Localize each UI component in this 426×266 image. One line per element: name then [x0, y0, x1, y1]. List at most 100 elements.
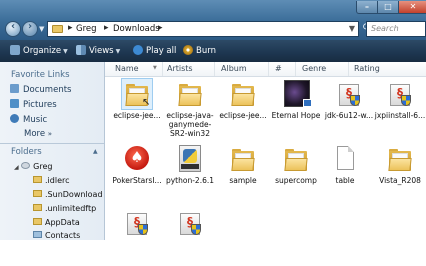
column-album[interactable]: Album	[221, 64, 247, 73]
file-label: Vista_R208	[379, 176, 421, 185]
column-divider[interactable]	[214, 62, 215, 76]
more-link[interactable]: More »	[24, 128, 52, 140]
tree-item-greg[interactable]: ◢ Greg	[14, 161, 52, 172]
file-item[interactable]: §	[163, 208, 217, 266]
expand-arrow-icon: ◢	[14, 164, 19, 171]
favorite-label: Music	[23, 115, 48, 125]
pokerstars-icon: ♠	[122, 144, 152, 174]
column-track-number[interactable]: #	[275, 64, 282, 73]
recent-pages-dropdown-icon[interactable]: ▼	[39, 25, 44, 33]
back-button[interactable]: ‹	[5, 21, 21, 37]
back-arrow-icon: ‹	[10, 21, 16, 32]
tree-item-sundownload[interactable]: .SunDownload	[33, 189, 103, 200]
breadcrumb-downloads[interactable]: Downloads	[113, 24, 160, 34]
maximize-button[interactable]: □	[377, 1, 399, 14]
file-label: PokerStarsI...	[112, 176, 162, 185]
close-icon: ✕	[409, 2, 417, 11]
pictures-icon	[10, 99, 19, 108]
folder-icon	[175, 79, 205, 109]
breadcrumb-separator-icon: ▸	[104, 23, 109, 33]
views-button[interactable]: Views ▼	[76, 44, 120, 58]
file-item[interactable]: Eternal Hope	[269, 79, 323, 137]
breadcrumb-greg[interactable]: Greg	[76, 24, 97, 34]
folder-icon	[33, 176, 42, 183]
folders-title[interactable]: Folders	[11, 147, 42, 157]
file-item[interactable]: supercomp	[269, 144, 323, 202]
file-list-view[interactable]: Name ▼ Artists Album # Genre Rating ↖ ec…	[105, 62, 426, 240]
favorite-documents[interactable]: Documents	[10, 84, 71, 96]
favorite-label: Pictures	[23, 100, 57, 110]
favorite-links-title: Favorite Links	[11, 70, 70, 80]
file-label: jxpiinstall-6...	[374, 111, 426, 120]
tree-label: .SunDownload	[45, 190, 103, 199]
file-item[interactable]: §	[110, 208, 164, 266]
contacts-icon	[33, 231, 42, 238]
folder-icon	[228, 144, 258, 174]
tree-label: .unlimitedftp	[45, 204, 97, 213]
user-folder-icon	[21, 162, 31, 169]
file-item[interactable]: § jxpiinstall-6...	[373, 79, 426, 137]
column-divider[interactable]	[348, 62, 349, 76]
file-item[interactable]: ↖ eclipse-jee...	[110, 78, 164, 137]
column-name[interactable]: Name	[115, 64, 139, 73]
address-dropdown-icon[interactable]: ▼	[349, 24, 355, 33]
close-button[interactable]: ✕	[398, 1, 426, 14]
tree-item-unlimitedftp[interactable]: .unlimitedftp	[33, 203, 96, 214]
documents-icon	[10, 84, 19, 93]
minimize-button[interactable]: –	[356, 1, 378, 14]
folder-icon: ↖	[121, 78, 153, 110]
pane-divider	[0, 143, 104, 144]
favorite-label: Documents	[23, 85, 72, 95]
chevron-down-icon[interactable]: ▼	[153, 65, 157, 71]
file-item[interactable]: eclipse-java-ganymede-SR2-win32	[163, 79, 217, 138]
installer-icon: §	[122, 208, 152, 238]
play-all-button[interactable]: Play all	[133, 44, 176, 58]
tree-item-appdata[interactable]: AppData	[33, 217, 80, 228]
breadcrumb-separator-icon: ▸	[68, 23, 73, 33]
tree-label: .idlerc	[45, 176, 70, 185]
file-item[interactable]: sample	[216, 144, 270, 202]
collapse-icon[interactable]: ▲	[93, 148, 98, 155]
media-player-icon	[303, 99, 312, 107]
forward-button[interactable]: ›	[22, 21, 38, 37]
blank-file-icon	[330, 144, 360, 174]
installer-icon: §	[334, 79, 364, 109]
installer-icon: §	[385, 79, 415, 109]
views-label: Views	[89, 46, 114, 56]
column-rating[interactable]: Rating	[354, 64, 380, 73]
tree-label: AppData	[45, 218, 80, 227]
tree-item-idlerc[interactable]: .idlerc	[33, 175, 70, 186]
views-icon	[76, 45, 86, 55]
play-all-label: Play all	[146, 46, 177, 56]
folder-icon	[33, 218, 42, 225]
file-item[interactable]: eclipse-jee...	[216, 79, 270, 137]
column-artists[interactable]: Artists	[167, 64, 193, 73]
more-label: More	[24, 129, 46, 139]
column-divider[interactable]	[162, 62, 163, 76]
file-label: eclipse-java-ganymede-SR2-win32	[166, 111, 214, 138]
file-item[interactable]: Vista_R208	[373, 144, 426, 202]
folder-icon	[228, 79, 258, 109]
favorite-music[interactable]: Music	[10, 114, 47, 126]
file-item[interactable]: python-2.6.1	[163, 144, 217, 202]
search-input[interactable]: Search	[366, 21, 426, 37]
organize-label: Organize	[23, 46, 62, 56]
favorite-pictures[interactable]: Pictures	[10, 99, 57, 111]
file-item[interactable]: ♠ PokerStarsI...	[110, 144, 164, 202]
organize-button[interactable]: Organize ▼	[10, 44, 68, 58]
file-item[interactable]: § jdk-6u12-w...	[322, 79, 376, 137]
column-genre[interactable]: Genre	[302, 64, 326, 73]
column-divider[interactable]	[295, 62, 296, 76]
file-item[interactable]: table	[318, 144, 372, 202]
folder-icon	[33, 190, 42, 197]
file-label: Eternal Hope	[271, 111, 321, 120]
folder-icon	[281, 144, 311, 174]
address-bar[interactable]: ▸ Greg ▸ Downloads ▸ ▼	[47, 21, 359, 37]
file-label: sample	[229, 176, 257, 185]
burn-button[interactable]: Burn	[183, 44, 216, 58]
file-label: eclipse-jee...	[219, 111, 267, 120]
column-divider[interactable]	[268, 62, 269, 76]
title-bar: – □ ✕ ‹ › ▼ ▸ Greg ▸ Downloads ▸ ▼ ⟳ Sea…	[0, 0, 426, 40]
play-icon	[133, 45, 143, 55]
tree-item-contacts[interactable]: Contacts	[33, 230, 80, 241]
